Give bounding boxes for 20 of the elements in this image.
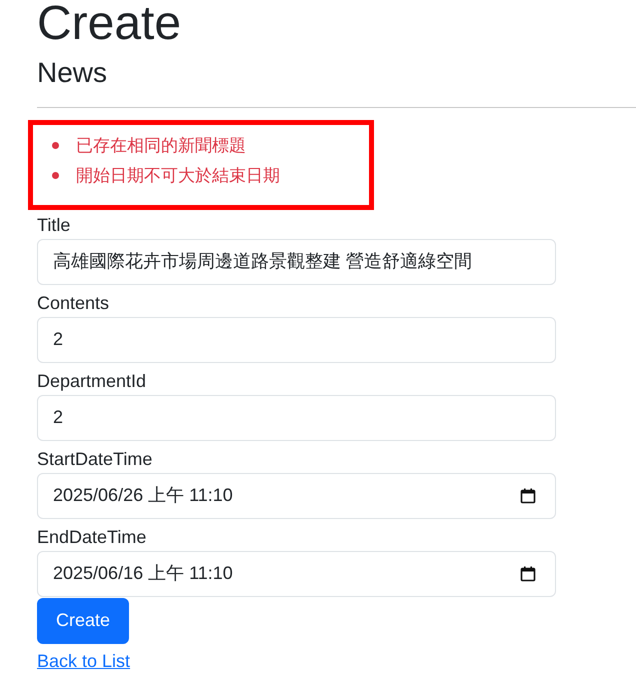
input-field[interactable]: 2 [37, 316, 556, 363]
error-message: 開始日期不可大於結束日期 [76, 164, 280, 187]
date-field[interactable]: 2025/06/26 上午 11:10 [37, 472, 556, 519]
field-label: Title [37, 214, 70, 237]
field-label: EndDateTime [37, 526, 146, 549]
input-field[interactable]: 高雄國際花卉市場周邊道路景觀整建 營造舒適綠空間 [37, 238, 556, 285]
page-subheading: News [37, 56, 108, 90]
calendar-icon[interactable] [520, 488, 536, 504]
calendar-icon[interactable] [520, 566, 536, 582]
field-label: Contents [37, 292, 110, 315]
date-field[interactable]: 2025/06/16 上午 11:10 [37, 550, 556, 597]
page-heading: Create [37, 0, 182, 48]
field-label: StartDateTime [37, 448, 152, 471]
field-label: DepartmentId [37, 370, 146, 393]
input-field[interactable]: 2 [37, 394, 556, 441]
bullet-icon [52, 142, 59, 150]
bullet-icon [52, 172, 59, 180]
back-link[interactable]: Back to List [37, 650, 130, 671]
create-button[interactable]: Create [37, 598, 129, 644]
error-message: 已存在相同的新聞標題 [76, 134, 246, 157]
